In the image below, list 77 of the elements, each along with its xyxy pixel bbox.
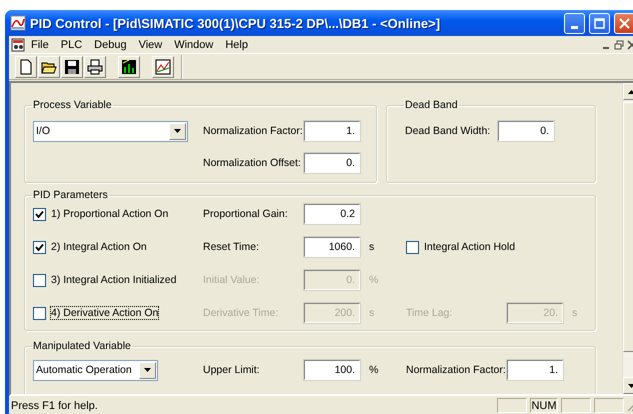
mode-dropdown[interactable]: Automatic Operation (33, 360, 158, 380)
print-button[interactable] (84, 56, 106, 78)
checkbox[interactable] (33, 240, 46, 254)
menu-item[interactable]: Debug (88, 38, 133, 50)
menu-item[interactable]: View (132, 38, 168, 50)
dropdown-button[interactable] (169, 122, 186, 140)
field-label: Derivative Time: (203, 307, 280, 319)
group-title: PID Parameters (32, 189, 109, 201)
up-arrow-icon (628, 90, 633, 94)
minimize-icon (571, 26, 578, 28)
number-field[interactable]: 0. (497, 120, 555, 142)
caret-icon (174, 129, 181, 133)
group-title: Manipulated Variable (32, 340, 132, 352)
unit-label: s (368, 307, 376, 319)
unit-label: s (368, 241, 376, 253)
status-text: Press F1 for help. (11, 400, 99, 412)
checkmark-icon (35, 242, 44, 252)
maximize-button[interactable] (589, 12, 610, 34)
checkbox[interactable] (33, 274, 46, 286)
save-icon (64, 58, 80, 74)
source-dropdown[interactable]: I/O (33, 120, 188, 142)
checkbox[interactable] (33, 306, 46, 320)
save-button[interactable] (61, 56, 83, 78)
unit-label: % (368, 274, 380, 286)
maximize-icon (594, 18, 605, 28)
menu-item[interactable]: Window (168, 38, 220, 50)
bar-chart-icon (121, 58, 137, 74)
number-field[interactable]: 100. (303, 359, 361, 381)
number-field[interactable]: 1. (303, 120, 361, 142)
menu-item[interactable]: Help (219, 38, 254, 50)
field-label: Proportional Gain: (203, 208, 289, 220)
restore-icon[interactable] (614, 40, 624, 50)
unit-label: % (368, 364, 380, 376)
new-document-icon (18, 58, 34, 74)
checkbox[interactable] (33, 208, 46, 220)
print-icon (87, 58, 103, 74)
status-pane (561, 398, 591, 413)
new-document-button[interactable] (15, 56, 37, 78)
minimize-button[interactable] (564, 12, 585, 34)
checkbox-label[interactable]: 4) Derivative Action On (51, 307, 158, 319)
checkmark-icon (35, 210, 44, 218)
close-icon (619, 18, 630, 28)
status-pane (497, 398, 527, 413)
dropdown-button[interactable] (139, 362, 156, 378)
line-chart-button[interactable] (152, 56, 174, 78)
status-pane (594, 398, 624, 413)
number-field[interactable]: 0.2 (303, 203, 361, 225)
number-field[interactable]: 1060. (303, 236, 361, 258)
status-indicator: NUM (530, 398, 558, 413)
field-label: Upper Limit: (203, 364, 261, 376)
app-icon (10, 15, 26, 31)
window-title: PID Control - [Pid\SIMATIC 300(1)\CPU 315-2 DP\...\DB1 - <Online>] (30, 16, 442, 30)
field-label: Initial Value: (203, 274, 260, 286)
field-label: Time Lag: (406, 307, 454, 319)
bar-chart-button[interactable] (118, 56, 140, 78)
checkbox-label[interactable]: 2) Integral Action On (51, 241, 147, 253)
down-arrow-icon (628, 384, 633, 388)
checkbox[interactable] (406, 240, 419, 254)
field-label: Normalization Factor: (406, 364, 506, 376)
number-field[interactable]: 0. (303, 152, 361, 174)
checkbox-label[interactable]: 1) Proportional Action On (51, 208, 168, 220)
menu-item[interactable]: PLC (54, 38, 88, 50)
close-button[interactable] (614, 12, 633, 34)
field-label: Normalization Factor: (203, 125, 303, 137)
line-chart-icon (155, 58, 171, 74)
group-title: Process Variable (32, 99, 113, 111)
field-label: Reset Time: (203, 241, 260, 253)
checkbox-label[interactable]: 3) Integral Action Initialized (51, 274, 176, 286)
number-field[interactable]: 1. (506, 359, 564, 381)
menu-item[interactable]: File (25, 38, 55, 50)
group-title: Dead Band (404, 99, 459, 111)
unit-label: s (571, 307, 578, 319)
field-label: Dead Band Width: (405, 125, 492, 137)
caret-icon (144, 368, 151, 372)
field-label: Normalization Offset: (203, 157, 302, 169)
open-folder-button[interactable] (38, 56, 60, 78)
checkbox-label[interactable]: Integral Action Hold (424, 241, 516, 253)
